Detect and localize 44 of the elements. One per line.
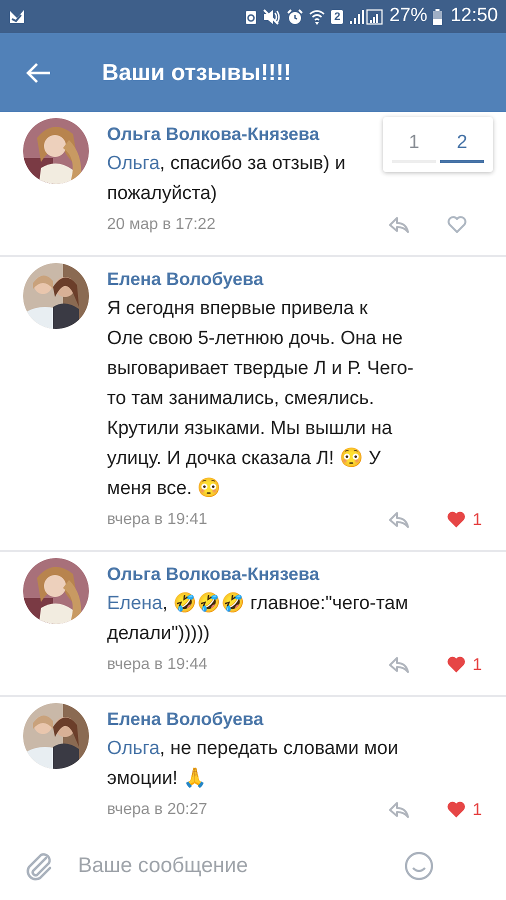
attach-button[interactable] bbox=[24, 850, 54, 882]
reply-button[interactable] bbox=[386, 214, 412, 236]
mute-icon bbox=[263, 8, 282, 24]
comment-text: Ольга, не передать словами мои эмоции! 🙏 bbox=[107, 737, 398, 791]
like-button[interactable]: 1 bbox=[446, 797, 482, 823]
comment-text: Елена, 🤣🤣🤣 главное:"чего-там делали"))))) bbox=[107, 591, 408, 646]
smiley-icon bbox=[404, 851, 434, 881]
page-tab[interactable]: 1 bbox=[392, 126, 436, 162]
mention-link[interactable]: Ольга bbox=[107, 153, 160, 174]
comment-text: Ольга, спасибо за отзыв) и пожалуйста) bbox=[107, 152, 346, 206]
message-field[interactable]: Ваше сообщение bbox=[78, 850, 396, 882]
comment-time: 20 мар в 17:22 bbox=[107, 215, 216, 235]
mention-link[interactable]: Елена bbox=[107, 593, 162, 614]
wifi-icon bbox=[309, 8, 326, 24]
author-name[interactable]: Ольга Волкова-Князева bbox=[107, 119, 320, 149]
battery-percent: 27% bbox=[389, 4, 428, 28]
notification-icon bbox=[8, 8, 26, 24]
reply-button[interactable] bbox=[386, 654, 412, 676]
comment-time: вчера в 20:27 bbox=[107, 800, 208, 820]
back-arrow-icon bbox=[26, 62, 52, 84]
alarm-icon bbox=[287, 8, 304, 24]
reply-arrow-icon bbox=[388, 216, 410, 234]
battery-icon bbox=[433, 8, 442, 24]
paperclip-icon bbox=[24, 850, 54, 882]
author-name[interactable]: Елена Волобуева bbox=[107, 704, 264, 734]
reply-button[interactable] bbox=[386, 799, 412, 821]
comment-time: вчера в 19:41 bbox=[107, 510, 208, 530]
comment-time: вчера в 19:44 bbox=[107, 655, 208, 675]
sim-badge: 2 bbox=[331, 10, 344, 24]
reply-button[interactable] bbox=[386, 509, 412, 531]
reply-arrow-icon bbox=[388, 801, 410, 819]
mention-link[interactable]: Ольга bbox=[107, 738, 160, 759]
emoji-button[interactable] bbox=[404, 851, 434, 881]
reply-arrow-icon bbox=[388, 656, 410, 674]
author-name[interactable]: Елена Волобуева bbox=[107, 264, 264, 294]
clock-time: 12:50 bbox=[450, 4, 498, 28]
reply-arrow-icon bbox=[388, 511, 410, 529]
page-tab[interactable]: 2 bbox=[440, 126, 484, 162]
like-button[interactable]: 1 bbox=[446, 507, 482, 533]
author-name[interactable]: Ольга Волкова-Князева bbox=[107, 559, 320, 589]
signal-icon bbox=[349, 8, 384, 24]
like-button[interactable]: 1 bbox=[446, 652, 482, 678]
page-title: Ваши отзывы!!!! bbox=[102, 58, 292, 88]
comment-text: Я сегодня впервые привела к Оле свою 5-летнюю дочь. Она не выговаривает твердые Л и Р. Чего- то там занимались, смеялись. Крутили языками. Мы вышли на улицу. И дочка сказала Л! 😳 У меня все. 😳 bbox=[107, 297, 414, 501]
